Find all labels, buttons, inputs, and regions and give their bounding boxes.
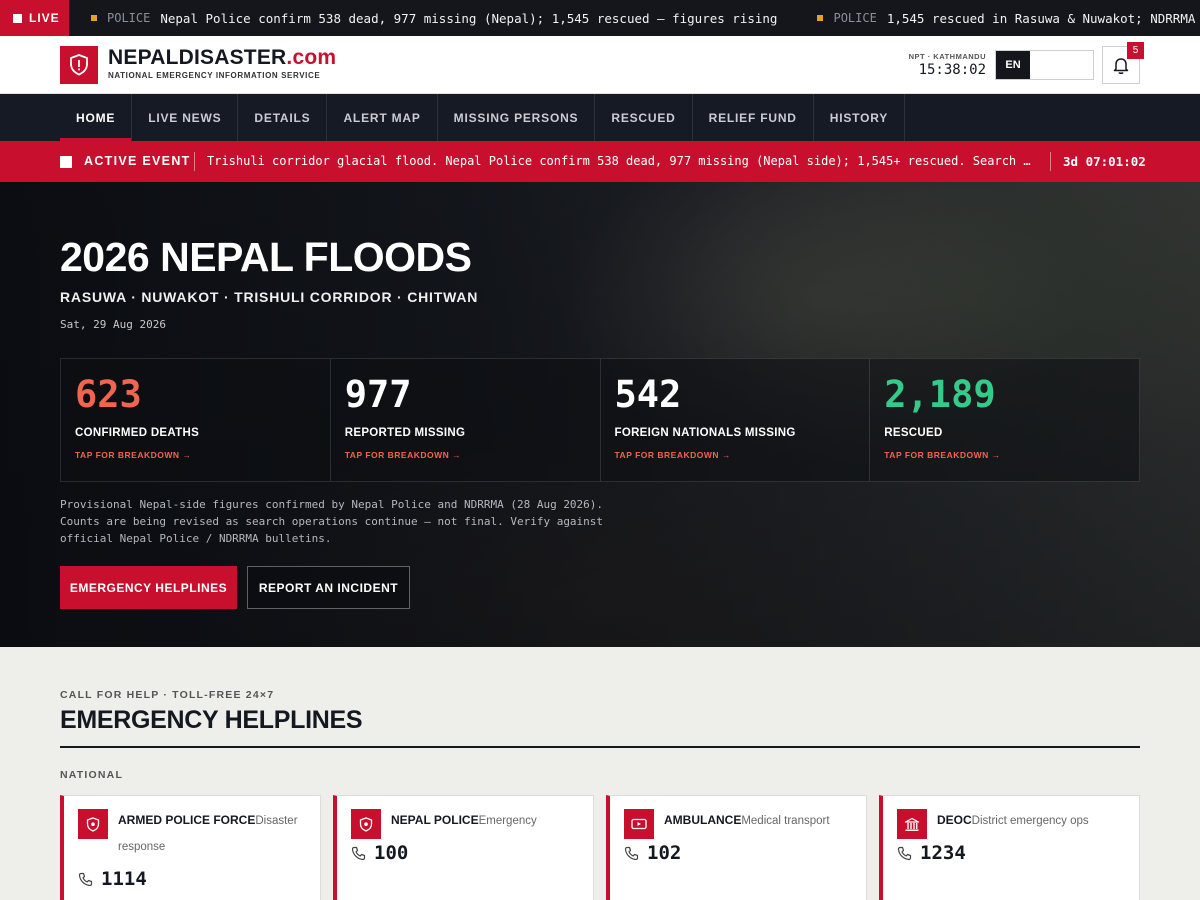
section-kicker: CALL FOR HELP · TOLL-FREE 24×7: [60, 689, 275, 701]
helpline-name: ARMED POLICE FORCE: [118, 813, 256, 827]
stat-rescued[interactable]: 2,189 RESCUED TAP FOR BREAKDOWN →: [870, 359, 1139, 481]
helpline-description: Medical transport: [741, 815, 830, 827]
divider: [194, 152, 195, 171]
helpline-card-nepal-police[interactable]: NEPAL POLICEEmergency 100: [333, 795, 594, 900]
helpline-card-ambulance[interactable]: AMBULANCEMedical transport 102: [606, 795, 867, 900]
stat-value: 542: [614, 373, 682, 416]
stat-value: 2,189: [884, 373, 996, 416]
building-icon: [897, 809, 927, 839]
event-label: ACTIVE EVENT: [84, 154, 191, 168]
event-square-icon: [60, 156, 72, 168]
stat-reported-missing[interactable]: 977 REPORTED MISSING TAP FOR BREAKDOWN →: [331, 359, 601, 481]
shield-logo-icon[interactable]: [60, 46, 98, 84]
shield-icon: [351, 809, 381, 839]
stat-confirmed-deaths[interactable]: 623 CONFIRMED DEATHS TAP FOR BREAKDOWN →: [61, 359, 331, 481]
live-badge: LIVE: [0, 0, 69, 36]
nav-live-news[interactable]: LIVE NEWS: [132, 94, 239, 141]
hero-regions: RASUWA · NUWAKOT · TRISHULI CORRIDOR · C…: [60, 289, 479, 305]
stat-label: FOREIGN NATIONALS MISSING: [614, 427, 796, 439]
helpline-description: District emergency ops: [971, 815, 1089, 827]
event-text: Trishuli corridor glacial flood. Nepal P…: [207, 154, 1037, 168]
nav-alert-map[interactable]: ALERT MAP: [327, 94, 438, 141]
brand[interactable]: NEPALDISASTER.com NATIONAL EMERGENCY INF…: [108, 46, 337, 81]
ticker-dot-icon: [91, 15, 97, 21]
stat-breakdown-link[interactable]: TAP FOR BREAKDOWN →: [615, 450, 856, 460]
shield-icon: [78, 809, 108, 839]
clock-label: NPT · KATHMANDU: [908, 52, 986, 61]
stats-panel: 623 CONFIRMED DEATHS TAP FOR BREAKDOWN →…: [60, 358, 1140, 482]
helpline-number: 100: [374, 842, 409, 864]
nav-relief-fund[interactable]: RELIEF FUND: [693, 94, 814, 141]
ticker-text: Nepal Police confirm 538 dead, 977 missi…: [160, 10, 778, 26]
stat-value: 623: [75, 373, 142, 416]
phone-icon: [897, 846, 912, 860]
live-square-icon: [13, 13, 22, 23]
nav-details[interactable]: DETAILS: [238, 94, 328, 141]
stat-breakdown-link[interactable]: TAP FOR BREAKDOWN →: [75, 450, 316, 460]
brand-tagline: NATIONAL EMERGENCY INFORMATION SERVICE: [108, 71, 321, 80]
helpline-number: 102: [647, 842, 682, 864]
helpline-name: NEPAL POLICE: [391, 813, 479, 827]
stat-label: REPORTED MISSING: [344, 427, 466, 439]
nav-home[interactable]: HOME: [60, 94, 133, 141]
helpline-card-armed-police[interactable]: ARMED POLICE FORCEDisaster response 1114: [60, 795, 321, 900]
phone-icon: [78, 872, 93, 886]
helpline-name: DEOC: [937, 813, 972, 827]
hero-section: 2026 NEPAL FLOODS RASUWA · NUWAKOT · TRI…: [0, 182, 1200, 647]
helpline-name: AMBULANCE: [664, 813, 742, 827]
hero-date: Sat, 29 Aug 2026: [60, 318, 166, 331]
group-label: NATIONAL: [60, 769, 124, 781]
ticker-source: POLICE: [107, 11, 151, 25]
ticker-source: POLICE: [833, 11, 877, 25]
language-en-option[interactable]: EN: [996, 51, 1030, 79]
ticker-item[interactable]: POLICE Nepal Police confirm 538 dead, 97…: [91, 11, 777, 26]
stat-value: 977: [344, 373, 412, 416]
helpline-number: 1114: [101, 868, 147, 890]
helpline-number-link[interactable]: 102: [624, 842, 852, 864]
ambulance-icon: [624, 809, 654, 839]
active-event-bar[interactable]: ACTIVE EVENT Trishuli corridor glacial f…: [0, 141, 1200, 182]
helpline-number: 1234: [920, 842, 966, 864]
live-label: LIVE: [29, 11, 60, 25]
stat-foreign-missing[interactable]: 542 FOREIGN NATIONALS MISSING TAP FOR BR…: [601, 359, 871, 481]
section-divider: [60, 746, 1140, 748]
section-title: EMERGENCY HELPLINES: [60, 706, 363, 734]
phone-icon: [351, 846, 366, 860]
site-header: NEPALDISASTER.com NATIONAL EMERGENCY INF…: [0, 36, 1200, 94]
hero-disclaimer: Provisional Nepal-side figures confirmed…: [60, 498, 604, 545]
stat-breakdown-link[interactable]: TAP FOR BREAKDOWN →: [884, 450, 1125, 460]
hero-title: 2026 NEPAL FLOODS: [60, 234, 472, 280]
stat-label: RESCUED: [884, 427, 943, 439]
ticker-dot-icon: [817, 15, 824, 21]
clock-time: 15:38:02: [918, 62, 986, 78]
language-selector[interactable]: EN: [995, 50, 1094, 80]
helpline-cards: ARMED POLICE FORCEDisaster response 1114…: [60, 795, 1140, 900]
nav-missing-persons[interactable]: MISSING PERSONS: [438, 94, 596, 141]
nav-history[interactable]: HISTORY: [814, 94, 906, 141]
helpline-number-link[interactable]: 1234: [897, 842, 1125, 864]
helpline-number-link[interactable]: 1114: [78, 868, 306, 890]
brand-name: NEPALDISASTER.com: [108, 46, 337, 69]
notification-count-badge: 5: [1127, 42, 1144, 59]
helpline-description: Emergency: [478, 815, 537, 827]
event-timer: 3d 07:01:02: [1063, 154, 1146, 169]
stat-label: CONFIRMED DEATHS: [75, 427, 200, 439]
stat-breakdown-link[interactable]: TAP FOR BREAKDOWN →: [345, 450, 586, 460]
ticker-text: 1,545 rescued in Rasuwa & Nuwakot; NDRRM…: [886, 10, 1200, 26]
phone-icon: [624, 846, 639, 860]
report-incident-button[interactable]: REPORT AN INCIDENT: [247, 566, 410, 609]
clock: NPT · KATHMANDU 15:38:02: [906, 52, 986, 78]
news-ticker: LIVE POLICE Nepal Police confirm 538 dea…: [0, 0, 1200, 36]
main-nav: HOME LIVE NEWS DETAILS ALERT MAP MISSING…: [0, 94, 1200, 141]
emergency-helplines-button[interactable]: EMERGENCY HELPLINES: [60, 566, 237, 609]
helpline-number-link[interactable]: 100: [351, 842, 579, 864]
brand-tld: .com: [286, 46, 337, 69]
nav-rescued[interactable]: RESCUED: [595, 94, 693, 141]
ticker-item[interactable]: POLICE 1,545 rescued in Rasuwa & Nuwakot…: [817, 11, 1200, 26]
divider: [1050, 152, 1051, 171]
helpline-card-deoc[interactable]: DEOCDistrict emergency ops 1234: [879, 795, 1140, 900]
